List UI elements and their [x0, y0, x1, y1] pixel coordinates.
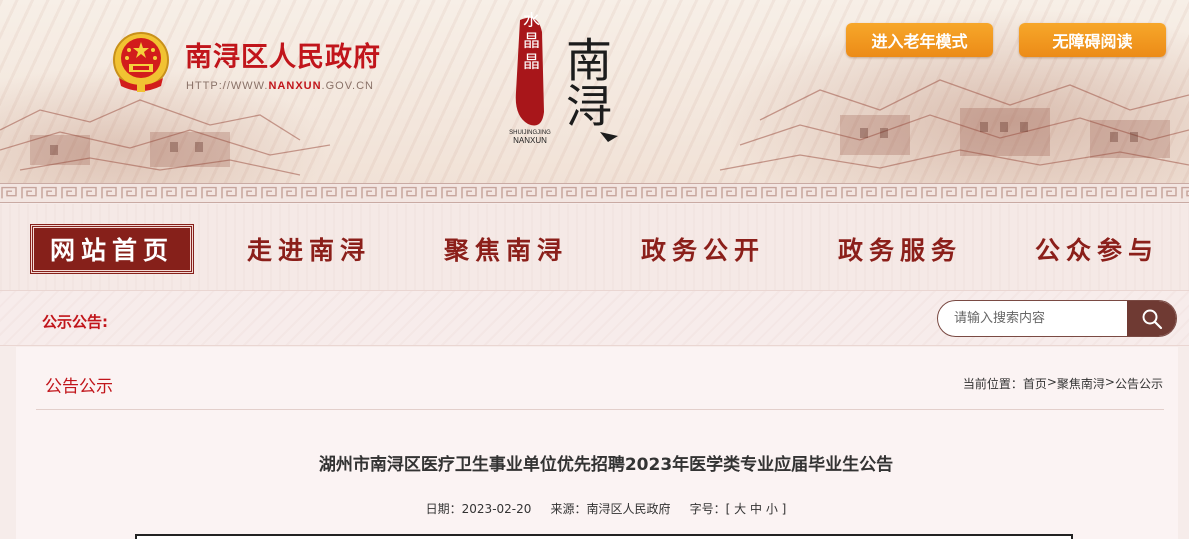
- url-suffix: .GOV.CN: [321, 80, 374, 92]
- breadcrumb-home[interactable]: 首页: [1023, 375, 1047, 392]
- calligraphy-main: 南浔: [559, 36, 613, 128]
- breadcrumb: 当前位置： 首页 > 聚焦南浔 > 公告公示: [963, 375, 1163, 392]
- search-button[interactable]: [1127, 301, 1176, 336]
- nav-item-home[interactable]: 网站首页: [30, 224, 194, 274]
- article-content-box: [135, 534, 1073, 539]
- url-prefix: HTTP://WWW.: [186, 80, 269, 92]
- column-title: 公告公示: [45, 377, 113, 397]
- breadcrumb-focus-nanxun[interactable]: 聚焦南浔: [1057, 375, 1105, 392]
- nav-item-government-services[interactable]: 政务服务: [819, 225, 981, 273]
- article-title: 湖州市南浔区医疗卫生事业单位优先招聘2023年医学类专业应届毕业生公告: [318, 455, 894, 475]
- nav-item-public-participation[interactable]: 公众参与: [1016, 225, 1178, 273]
- font-size-open-bracket: [: [725, 502, 731, 516]
- nav-item-government-affairs-open[interactable]: 政务公开: [622, 225, 784, 273]
- site-url: HTTP://WWW.NANXUN.GOV.CN: [186, 80, 374, 92]
- header-banner: 南浔区人民政府 HTTP://WWW.NANXUN.GOV.CN 水晶晶 SHU…: [0, 0, 1189, 183]
- font-size-small[interactable]: 小: [766, 502, 778, 516]
- font-size-large[interactable]: 大: [734, 502, 746, 516]
- shuijingjing-nanxun-calligraphy-logo: 水晶晶 SHUIJINGJING NANXUN 南浔: [509, 12, 618, 145]
- main-navigation: 网站首页 走进南浔 聚焦南浔 政务公开 政务服务 公众参与: [0, 204, 1189, 290]
- notice-bar: 公示公告:: [0, 290, 1189, 346]
- search-input[interactable]: [938, 301, 1128, 336]
- calligraphy-small: 水晶晶: [519, 12, 540, 74]
- calligraphy-sub2: NANXUN: [513, 136, 547, 145]
- breadcrumb-separator: >: [1104, 375, 1115, 389]
- article-meta: 日期：2023-02-20 来源：南浔区人民政府 字号：[ 大 中 小 ]: [16, 500, 1189, 517]
- accessible-reading-button[interactable]: 无障碍阅读: [1019, 23, 1166, 57]
- breadcrumb-notices[interactable]: 公告公示: [1115, 375, 1163, 392]
- breadcrumb-separator: >: [1046, 375, 1057, 389]
- site-name[interactable]: 南浔区人民政府: [185, 35, 381, 74]
- article-panel: 公告公示 当前位置： 首页 > 聚焦南浔 > 公告公示 湖州市南浔区医疗卫生事业…: [16, 347, 1178, 539]
- search-box: [937, 300, 1177, 337]
- font-size-close-bracket: ]: [781, 502, 787, 516]
- breadcrumb-prefix: 当前位置：: [962, 377, 1023, 391]
- national-emblem-icon: [113, 32, 169, 92]
- source-value: 南浔区人民政府: [586, 502, 671, 516]
- nav-item-enter-nanxun[interactable]: 走进南浔: [228, 225, 390, 273]
- notice-label: 公示公告:: [42, 313, 108, 331]
- elder-mode-button[interactable]: 进入老年模式: [846, 23, 993, 57]
- font-size-label: 字号：: [689, 502, 726, 516]
- panel-header: 公告公示 当前位置： 首页 > 聚焦南浔 > 公告公示: [36, 347, 1164, 410]
- font-size-medium[interactable]: 中: [750, 502, 762, 516]
- date-label: 日期：: [425, 502, 462, 516]
- date-value: 2023-02-20: [461, 502, 532, 516]
- url-domain: NANXUN: [268, 80, 322, 92]
- decorative-fret-border: [0, 183, 1189, 203]
- source-label: 来源：: [550, 502, 587, 516]
- search-icon: [1142, 309, 1162, 329]
- nav-item-focus-nanxun[interactable]: 聚焦南浔: [425, 225, 587, 273]
